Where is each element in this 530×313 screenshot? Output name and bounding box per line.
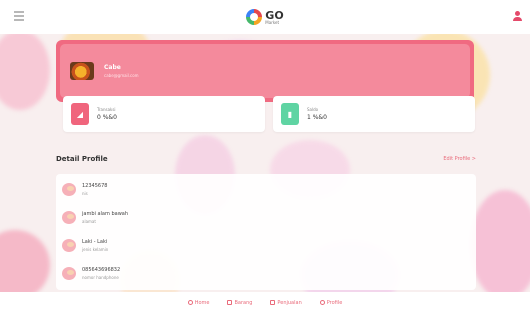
stat-label: Saldo bbox=[307, 107, 319, 112]
detail-label: nis bbox=[82, 190, 88, 196]
detail-label: nomor handphone bbox=[82, 274, 119, 280]
profile-name: Cabe bbox=[104, 64, 121, 71]
id-icon bbox=[62, 182, 76, 196]
stat-label: Transaksi bbox=[97, 107, 116, 112]
edit-profile-link[interactable]: Edit Profile > bbox=[443, 156, 476, 162]
nav-label: Penjualan bbox=[277, 299, 302, 306]
location-icon bbox=[62, 210, 76, 224]
detail-value: jambi alam bawah bbox=[82, 210, 129, 217]
detail-value: 085643696832 bbox=[82, 266, 121, 273]
user-account-icon[interactable] bbox=[512, 11, 522, 22]
detail-label: alamat bbox=[82, 218, 96, 224]
stat-value: 0 %&0 bbox=[97, 114, 117, 121]
nav-label: Profile bbox=[326, 299, 343, 306]
cart-icon bbox=[270, 300, 276, 305]
phone-icon bbox=[62, 266, 76, 280]
wallet-icon: ▮ bbox=[281, 103, 299, 125]
avatar bbox=[70, 62, 94, 80]
nav-profile[interactable]: Profile bbox=[319, 299, 343, 306]
logo-mark-icon bbox=[246, 9, 263, 25]
user-icon bbox=[319, 300, 325, 305]
detail-row: 12345678 nis bbox=[62, 178, 107, 200]
nav-penjualan[interactable]: Penjualan bbox=[270, 299, 302, 306]
nav-home[interactable]: Home bbox=[187, 299, 210, 306]
app-logo[interactable]: GO Market bbox=[246, 8, 284, 25]
box-icon bbox=[227, 300, 233, 305]
detail-label: jenis kelamin bbox=[82, 246, 109, 252]
stat-value: 1 %&0 bbox=[307, 114, 327, 121]
home-icon bbox=[187, 300, 193, 305]
detail-row: Laki - Laki jenis kelamin bbox=[62, 234, 108, 256]
logo-subtext: Market bbox=[265, 19, 280, 25]
gender-icon bbox=[62, 238, 76, 252]
detail-title: Detail Profile bbox=[56, 155, 108, 163]
detail-header: Detail Profile Edit Profile > bbox=[56, 155, 476, 167]
stat-card-saldo: ▮ Saldo 1 %&0 bbox=[273, 96, 475, 132]
stats-row: ◢ Transaksi 0 %&0 ▮ Saldo 1 %&0 bbox=[60, 96, 475, 132]
stat-card-transaksi: ◢ Transaksi 0 %&0 bbox=[63, 96, 265, 132]
nav-label: Home bbox=[194, 299, 210, 306]
nav-label: Barang bbox=[234, 299, 253, 306]
bottom-navigation: Home Barang Penjualan Profile bbox=[0, 292, 530, 313]
main-content: Cabe cabe@gmail.com ◢ Transaksi 0 %&0 ▮ … bbox=[0, 34, 530, 292]
profile-email: cabe@gmail.com bbox=[104, 73, 139, 78]
profile-card: Cabe cabe@gmail.com bbox=[56, 40, 474, 102]
detail-card: 12345678 nis jambi alam bawah alamat Lak… bbox=[56, 174, 476, 290]
detail-row: jambi alam bawah alamat bbox=[62, 206, 128, 228]
cart-icon: ◢ bbox=[71, 103, 89, 125]
detail-value: Laki - Laki bbox=[82, 238, 108, 245]
nav-barang[interactable]: Barang bbox=[227, 300, 252, 306]
logo-text: GO bbox=[265, 8, 284, 22]
top-bar: GO Market bbox=[0, 0, 530, 34]
menu-icon[interactable] bbox=[14, 11, 24, 21]
detail-row: 085643696832 nomor handphone bbox=[62, 262, 120, 284]
detail-value: 12345678 bbox=[82, 182, 108, 189]
